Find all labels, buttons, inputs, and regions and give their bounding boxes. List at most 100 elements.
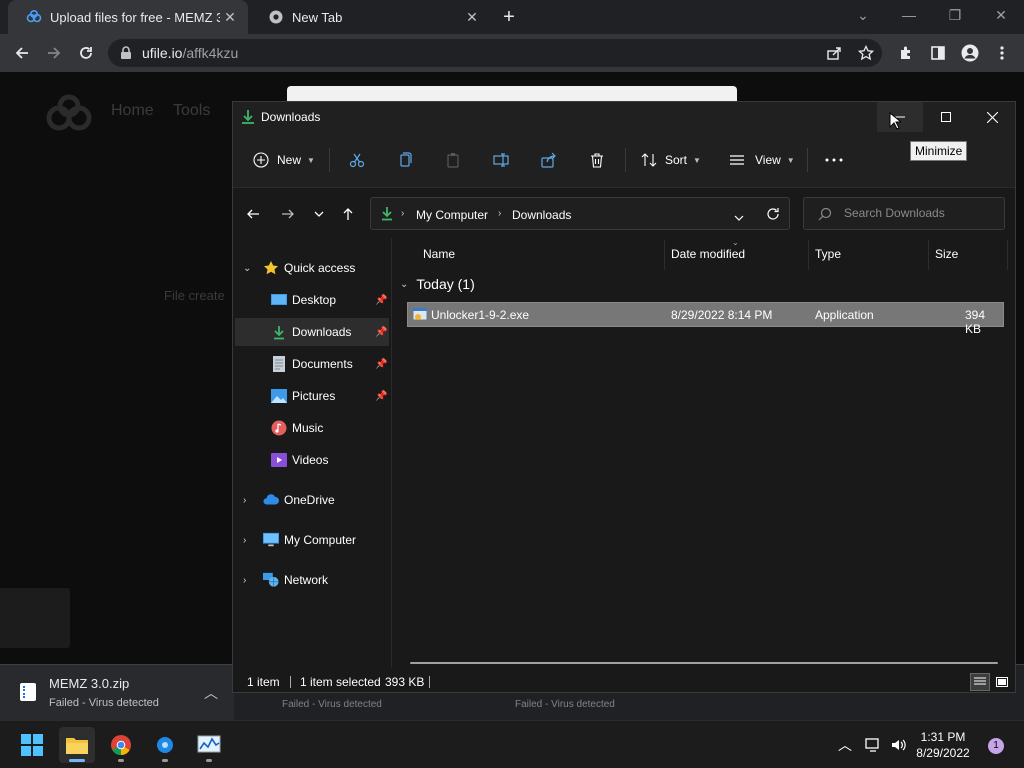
nav-my-computer[interactable]: › My Computer [235,526,389,554]
browser-restore-icon[interactable]: ❐ [932,0,978,34]
page-nav-home[interactable]: Home [111,102,154,120]
chevron-right-icon[interactable]: › [243,495,246,506]
copy-button[interactable] [397,146,413,174]
chart-app-icon [197,735,221,753]
taskbar-chrome[interactable] [103,727,139,763]
taskbar-app-blue[interactable] [147,727,183,763]
cut-button[interactable] [349,146,365,174]
browser-minimize-icon[interactable]: — [886,0,932,34]
bookmark-star-icon[interactable] [854,41,878,65]
rename-button[interactable] [493,146,509,174]
tiles-view-button[interactable] [992,673,1012,691]
details-view-button[interactable] [970,673,990,691]
tab-search-icon[interactable]: ⌄ [840,0,886,34]
pin-icon[interactable]: 📌 [375,359,387,370]
nav-downloads[interactable]: Downloads 📌 [235,318,389,346]
browser-menu-icon[interactable] [990,41,1014,65]
tab-new-tab[interactable]: New Tab ✕ [250,0,490,34]
sort-button[interactable]: Sort ▼ [641,146,701,174]
column-name[interactable]: Name [423,247,455,261]
chevron-down-icon[interactable]: ⌄ [400,279,408,290]
horizontal-scrollbar[interactable] [410,662,998,664]
breadcrumb-my-computer[interactable]: My Computer [416,208,488,222]
page-nav-tools[interactable]: Tools [173,102,210,120]
volume-icon[interactable] [890,721,908,768]
group-header-today[interactable]: ⌄ Today (1) [400,276,475,292]
column-divider[interactable] [928,240,929,270]
back-button[interactable] [243,204,263,224]
start-button[interactable] [14,727,50,763]
column-divider[interactable] [1007,240,1008,270]
share-icon[interactable] [822,41,846,65]
download-status-ghost: Failed - Virus detected [515,699,615,710]
column-date-modified[interactable]: Date modified [671,247,745,261]
nav-music[interactable]: Music [235,414,389,442]
up-button[interactable] [338,204,358,224]
tiles-view-icon [996,677,1008,687]
view-button[interactable]: View ▼ [729,146,795,174]
pin-icon[interactable]: 📌 [375,295,387,306]
delete-button[interactable] [589,146,605,174]
tab-close-icon[interactable]: ✕ [220,9,240,26]
nav-onedrive[interactable]: › OneDrive [235,486,389,514]
download-status: Failed - Virus detected [49,697,159,709]
close-icon [986,111,998,123]
back-icon[interactable] [10,41,34,65]
taskbar-resource-monitor[interactable] [191,727,227,763]
share-button[interactable] [541,146,557,174]
browser-close-icon[interactable]: ✕ [978,0,1024,34]
address-bar[interactable]: ufile.io/affk4kzu [108,39,882,67]
forward-icon[interactable] [42,41,66,65]
profile-avatar-icon[interactable] [958,41,982,65]
column-divider[interactable] [808,240,809,270]
nav-desktop[interactable]: Desktop 📌 [235,286,389,314]
nav-videos[interactable]: Videos [235,446,389,474]
show-hidden-icons[interactable]: ︿ [838,721,852,768]
nav-label: Documents [292,357,353,371]
breadcrumb-downloads[interactable]: Downloads [512,208,571,222]
tab-close-icon[interactable]: ✕ [462,9,482,26]
nav-quick-access[interactable]: ⌄ Quick access [235,254,389,282]
chevron-down-icon[interactable] [734,210,744,224]
download-item-memz[interactable]: MEMZ 3.0.zip Failed - Virus detected ︿ [0,665,234,721]
forward-button[interactable] [278,204,298,224]
nav-documents[interactable]: Documents 📌 [235,350,389,378]
chevron-down-icon[interactable]: ⌄ [243,263,251,274]
column-divider[interactable] [664,240,665,270]
reload-icon[interactable] [74,41,98,65]
taskbar-file-explorer[interactable] [59,727,95,763]
column-size[interactable]: Size [935,247,958,261]
browser-toolbar: ufile.io/affk4kzu [0,34,1024,72]
chevron-up-icon[interactable]: ︿ [204,683,218,703]
taskbar-clock[interactable]: 1:31 PM 8/29/2022 [908,729,978,761]
mouse-cursor-icon [889,111,903,135]
search-input[interactable] [844,206,994,220]
computer-icon [263,532,279,548]
close-button[interactable] [969,102,1015,132]
chevron-right-icon[interactable]: › [243,535,246,546]
tab-ufile[interactable]: Upload files for free - MEMZ 3.0. ✕ [8,0,248,34]
nav-network[interactable]: › Network [235,566,389,594]
extensions-puzzle-icon[interactable] [894,41,918,65]
new-tab-button[interactable]: + [498,6,520,28]
pin-icon[interactable]: 📌 [375,391,387,402]
pin-icon[interactable]: 📌 [375,327,387,338]
nav-pictures[interactable]: Pictures 📌 [235,382,389,410]
nav-label: OneDrive [284,493,335,507]
chevron-right-icon[interactable]: › [243,575,246,586]
maximize-icon [941,112,951,122]
side-panel-icon[interactable] [926,41,950,65]
table-row[interactable]: Unlocker1-9-2.exe 8/29/2022 8:14 PM Appl… [407,302,1004,336]
address-box[interactable]: › My Computer › Downloads [370,197,790,230]
column-type[interactable]: Type [815,247,841,261]
notification-badge[interactable]: 1 [988,738,1004,754]
network-icon[interactable] [864,721,882,768]
more-options-button[interactable] [825,146,843,174]
paste-button[interactable] [445,146,461,174]
new-button[interactable]: New ▼ [253,146,315,174]
paste-icon [447,153,459,168]
maximize-button[interactable] [923,102,969,132]
refresh-icon[interactable] [766,207,780,224]
recent-locations-button[interactable] [309,204,329,224]
more-dots-icon [825,158,843,162]
